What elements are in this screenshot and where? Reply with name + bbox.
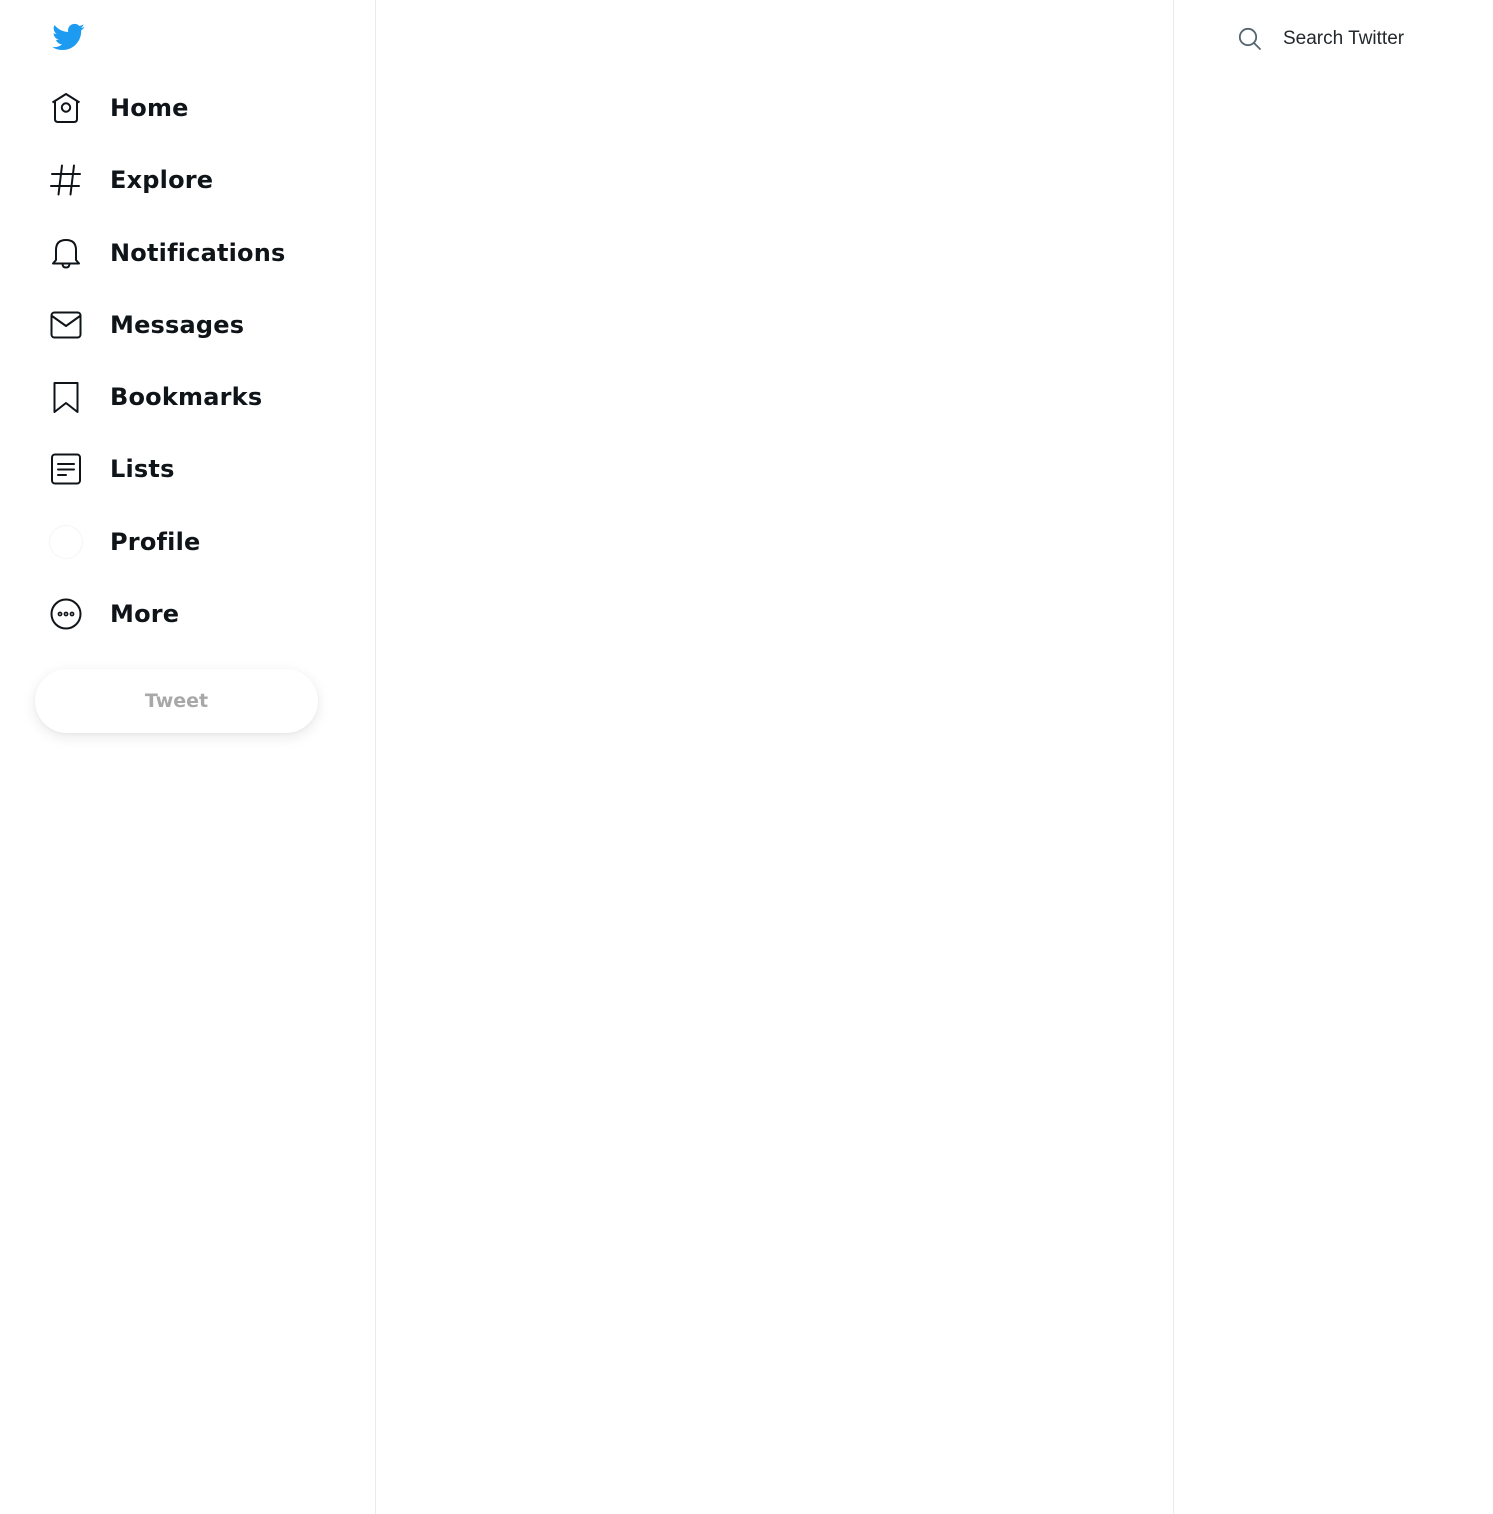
main-timeline-column [376,0,1174,1514]
more-circle-icon [49,597,83,631]
envelope-icon [49,308,83,342]
nav-item-bookmarks[interactable]: Bookmarks [40,365,282,429]
left-sidebar: Home Explore Notifications Messages Book… [0,0,376,1514]
nav-item-messages[interactable]: Messages [40,293,264,357]
nav-label-explore: Explore [110,166,214,194]
home-icon [49,91,83,125]
avatar [49,525,83,559]
app-window: Home Explore Notifications Messages Book… [0,0,1493,1514]
nav-label-profile: Profile [110,528,201,556]
nav-item-profile[interactable]: Profile [40,510,221,574]
nav-label-home: Home [110,94,189,122]
nav-label-notifications: Notifications [110,239,286,267]
nav-item-home[interactable]: Home [40,76,209,140]
search-icon [1237,26,1263,52]
nav-label-bookmarks: Bookmarks [110,383,263,411]
right-sidebar [1175,0,1493,1514]
nav-item-notifications[interactable]: Notifications [40,221,306,285]
profile-avatar [49,525,83,559]
bookmark-icon [49,380,83,414]
nav-item-lists[interactable]: Lists [40,437,195,501]
nav-item-explore[interactable]: Explore [40,148,233,212]
list-icon [49,452,83,486]
search-box[interactable] [1225,16,1475,62]
twitter-logo-icon[interactable] [49,20,87,54]
nav-label-lists: Lists [110,455,175,483]
tweet-button[interactable]: Tweet [35,669,318,733]
hashtag-icon [49,163,83,197]
search-input[interactable] [1283,28,1463,50]
nav-label-more: More [110,600,180,628]
nav-item-more[interactable]: More [40,582,199,646]
nav-label-messages: Messages [110,311,245,339]
bell-icon [49,236,83,270]
